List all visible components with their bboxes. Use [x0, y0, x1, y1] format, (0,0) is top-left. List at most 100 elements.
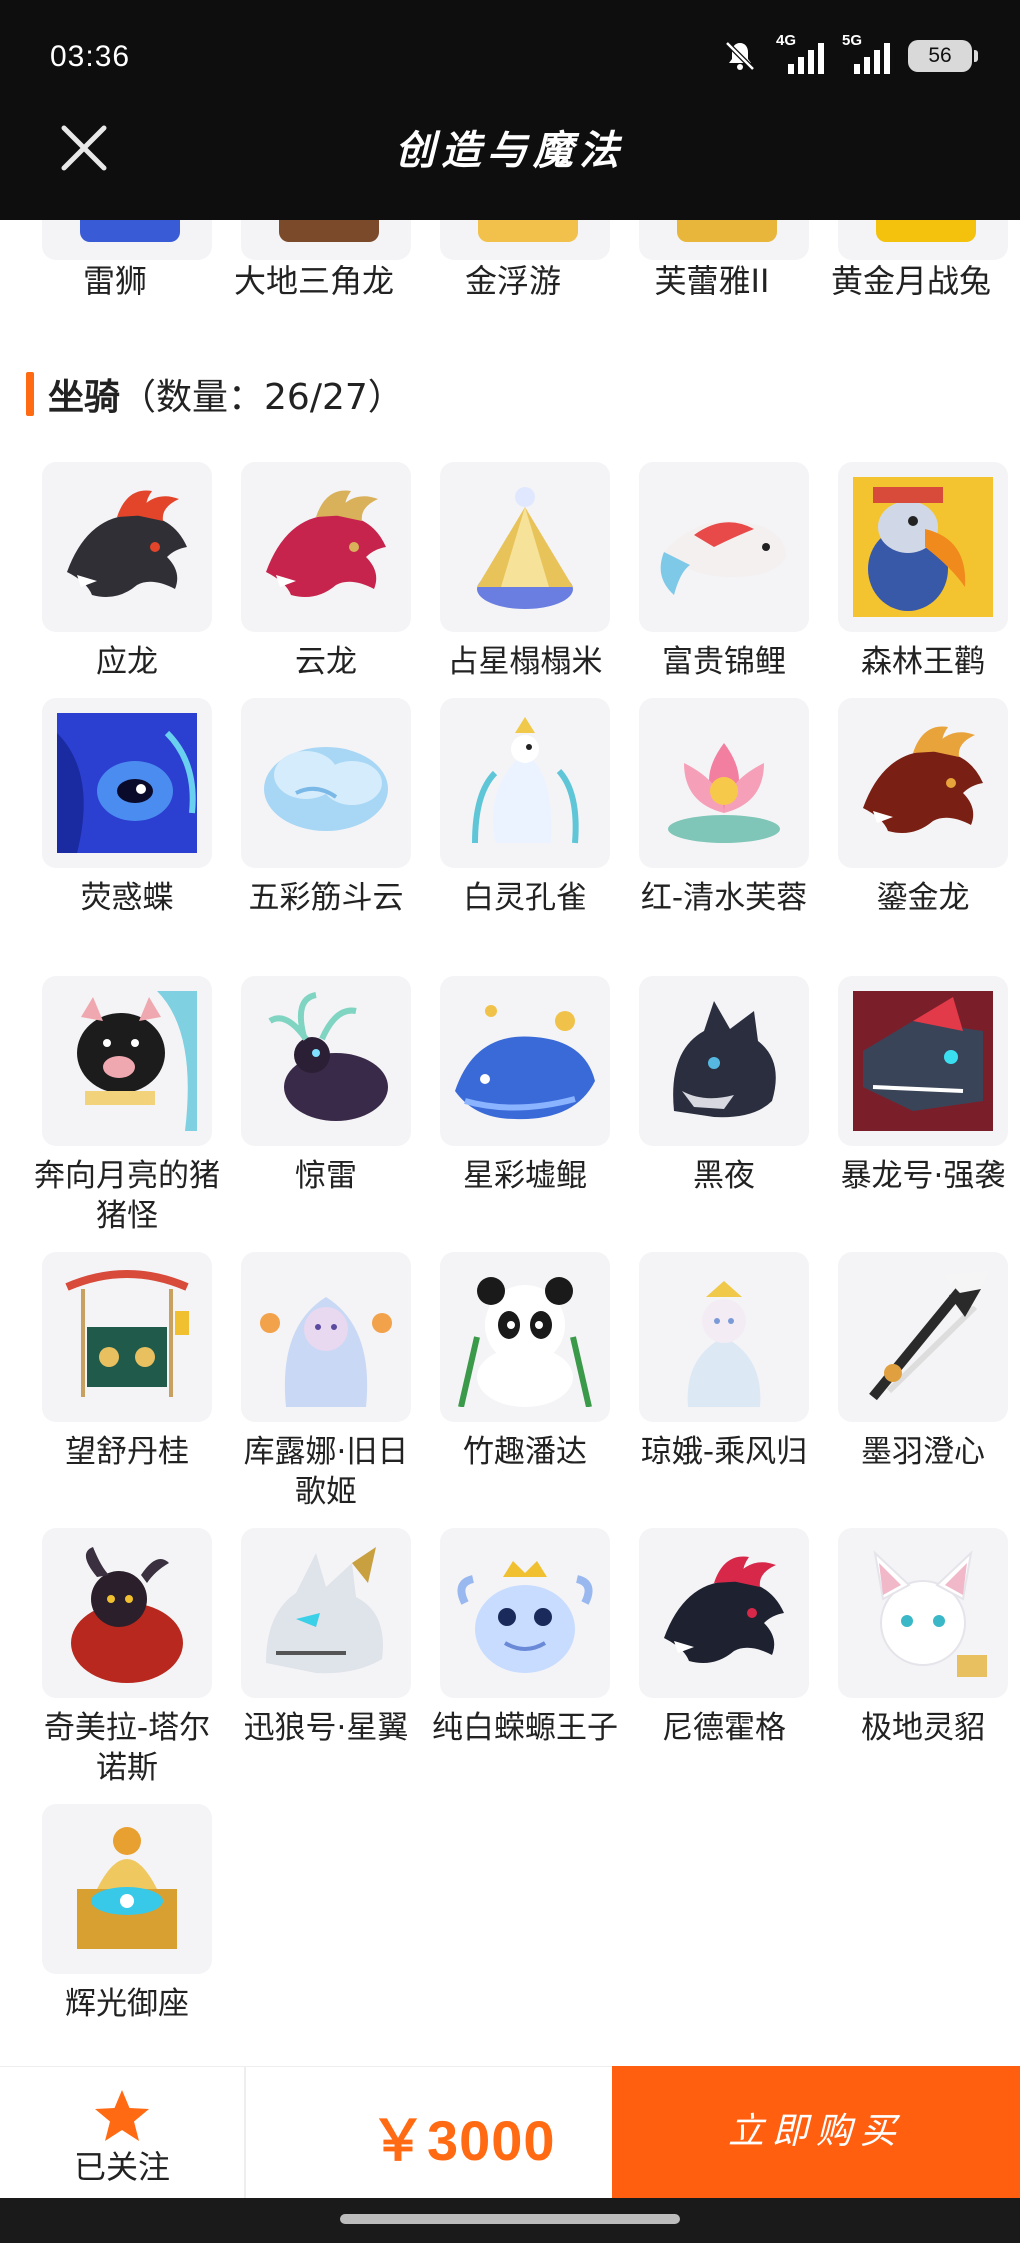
triceratops-icon [241, 220, 411, 260]
lotus-icon [668, 743, 780, 843]
mount-label: 应龙 [96, 644, 158, 680]
previous-item-label: 大地三角龙 [233, 262, 394, 300]
mount-label: 暴龙号·强袭 [840, 1158, 1006, 1194]
singer-icon [260, 1297, 392, 1407]
mount-label: 鎏金龙 [876, 880, 970, 916]
gold-float-icon [440, 220, 610, 260]
mount-thumbnail [639, 976, 809, 1146]
follow-button[interactable]: 已关注 [0, 2066, 244, 2198]
freya-icon [639, 220, 809, 260]
mount-label: 辉光御座 [65, 1986, 189, 2022]
mount-label: 荧惑蝶 [80, 880, 174, 916]
section-accent-bar [26, 372, 34, 416]
mount-thumbnail [241, 698, 411, 868]
previous-item-label: 金浮游 [464, 262, 561, 300]
lion-icon [42, 220, 212, 260]
section-title: 坐骑（数量：26/27） [48, 368, 404, 420]
mount-label: 五彩筋斗云 [248, 880, 404, 916]
mount-label: 琼娥-乘风归 [640, 1434, 808, 1470]
mount-thumbnail [241, 1528, 411, 1698]
throne-icon [77, 1827, 177, 1949]
dragon-icon [664, 1556, 784, 1664]
previous-item-label: 雷狮 [82, 262, 147, 300]
dragon-icon [863, 726, 983, 834]
mount-label: 惊雷 [295, 1158, 357, 1194]
fairy-icon [687, 1281, 761, 1407]
bottom-divider [244, 2066, 246, 2198]
page-title: 创造与魔法 [395, 127, 625, 174]
mount-thumbnail [42, 1252, 212, 1422]
wolf-icon [673, 1001, 776, 1118]
previous-item-label: 黄金月战兔 [830, 262, 991, 300]
mount-thumbnail [639, 462, 809, 632]
mecha-wolf-icon [266, 1547, 383, 1674]
battery-icon: 56 [908, 40, 978, 72]
section-title-name: 坐骑 [48, 377, 121, 418]
crystal-icon [477, 487, 573, 609]
mount-label: 红-清水芙蓉 [640, 880, 808, 916]
mount-thumbnail [42, 1528, 212, 1698]
mount-label: 尼德霍格 [662, 1710, 786, 1746]
mount-label: 竹趣潘达 [463, 1434, 587, 1470]
whale-icon [455, 1005, 595, 1120]
mount-thumbnail [838, 976, 1008, 1146]
mount-label: 星彩墟鲲 [463, 1158, 587, 1194]
mount-label: 黑夜 [693, 1158, 755, 1194]
mount-label: 望舒丹桂 [65, 1434, 189, 1470]
mount-thumbnail [440, 1252, 610, 1422]
golden-rabbit-icon [838, 220, 1008, 260]
mount-thumbnail [440, 976, 610, 1146]
status-icons: 4G 5G 56 [722, 32, 978, 76]
price: ￥3000 [370, 2109, 556, 2172]
mount-thumbnail [241, 976, 411, 1146]
mount-thumbnail [639, 698, 809, 868]
status-bar: 03:36 4G 5G 56 [0, 0, 1020, 120]
peacock-icon [472, 717, 579, 844]
pig-icon [77, 991, 197, 1131]
mount-thumbnail [42, 976, 212, 1146]
stag-icon [268, 992, 388, 1121]
mount-label: 占星榻榻米 [447, 644, 603, 680]
mount-thumbnail [42, 1804, 212, 1974]
swing-icon [65, 1270, 189, 1397]
mount-label: 富贵锦鲤 [662, 644, 786, 680]
mecha-icon [853, 991, 993, 1131]
mount-thumbnail [639, 1528, 809, 1698]
mount-thumbnail [838, 698, 1008, 868]
mount-thumbnail [440, 462, 610, 632]
dragon-icon [67, 490, 187, 598]
koi-icon [660, 520, 786, 595]
panda-icon [458, 1277, 592, 1407]
cloud-icon [264, 747, 388, 831]
section-count: （数量：26/27） [120, 377, 404, 418]
fox-icon [873, 1550, 987, 1677]
mount-thumbnail [639, 1252, 809, 1422]
previous-item-label: 芙蕾雅II [654, 262, 770, 300]
axolotl-icon [457, 1561, 593, 1673]
mount-label: 森林王鹳 [861, 644, 985, 680]
dragon-icon [266, 490, 386, 598]
mount-label: 奇美拉-塔尔诺斯 [43, 1710, 211, 1786]
mount-thumbnail [838, 1252, 1008, 1422]
chimera-icon [71, 1547, 183, 1683]
star-icon [95, 2090, 149, 2141]
home-indicator[interactable] [340, 2214, 680, 2224]
mount-thumbnail [838, 1528, 1008, 1698]
bell-muted-icon [725, 41, 755, 71]
mount-label: 奔向月亮的猪猪怪 [34, 1158, 220, 1234]
mount-thumbnail [440, 1528, 610, 1698]
mount-label: 白灵孔雀 [463, 880, 587, 916]
signal-5g-icon: 5G [842, 32, 890, 76]
mount-label: 极地灵貂 [861, 1710, 985, 1746]
mount-thumbnail [42, 698, 212, 868]
previous-section-row: 雷狮 大地三角龙 金浮游 芙蕾雅II 黄金月战兔 [0, 220, 1020, 310]
mount-thumbnail [42, 462, 212, 632]
stork-icon [853, 477, 993, 617]
mount-label: 纯白蝾螈王子 [432, 1710, 618, 1746]
mount-label: 库露娜·旧日歌姬 [243, 1434, 409, 1510]
mount-label: 墨羽澄心 [861, 1434, 985, 1470]
buy-now-button[interactable]: 立即购买 [612, 2066, 1020, 2198]
mount-thumbnail [241, 462, 411, 632]
mount-thumbnail [440, 698, 610, 868]
follow-label: 已关注 [73, 2148, 170, 2186]
